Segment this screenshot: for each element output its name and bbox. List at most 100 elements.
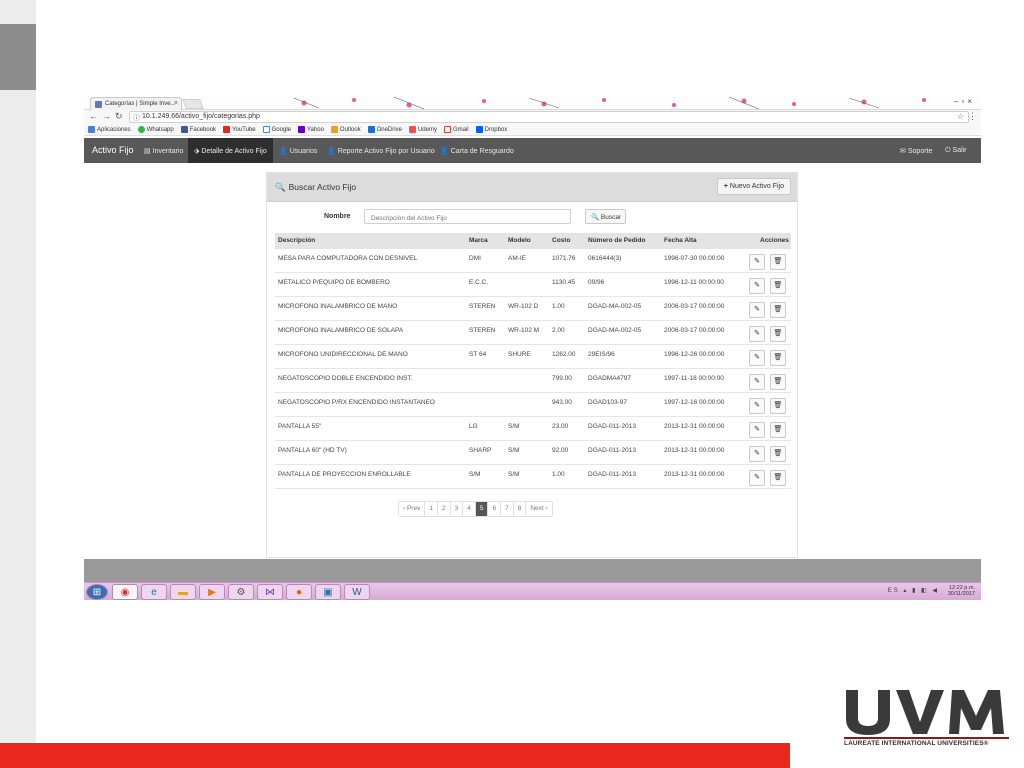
bookmark-yahoo[interactable]: Yahoo: [298, 126, 324, 133]
new-tab-button[interactable]: [182, 99, 204, 109]
col-acciones: Acciones: [760, 237, 789, 244]
bookmark-outlook[interactable]: Outlook: [330, 126, 361, 133]
edit-icon[interactable]: ✎: [749, 446, 765, 462]
assets-table: Descripción Marca Modelo Costo Número de…: [275, 233, 791, 489]
pagination: ‹ Prev 1 2 3 4 5 6 7 8 Next ›: [398, 501, 553, 517]
system-tray-icons[interactable]: ES ▴ ▮ ◧ ◀: [888, 587, 939, 594]
cell-modelo: S/M: [508, 423, 520, 430]
page-4[interactable]: 4: [463, 502, 476, 516]
windows-start-icon[interactable]: ⊞: [86, 584, 108, 600]
cell-marca: LG: [469, 423, 478, 430]
trash-icon[interactable]: 🗑: [770, 398, 786, 414]
browser-menu-icon[interactable]: ⋮: [968, 111, 977, 122]
new-asset-button[interactable]: + Nuevo Activo Fijo: [716, 178, 791, 195]
folder-icon[interactable]: ▬: [170, 584, 196, 600]
edit-icon[interactable]: ✎: [749, 350, 765, 366]
bookmark-star-icon[interactable]: ☆: [957, 112, 964, 121]
search-button[interactable]: 🔍 Buscar: [585, 209, 626, 224]
cell-costo: 1262.00: [552, 351, 576, 358]
trash-icon[interactable]: 🗑: [770, 374, 786, 390]
back-icon[interactable]: ←: [89, 111, 98, 121]
remote-desktop-icon[interactable]: ▣: [315, 584, 341, 600]
nav-item-inventario[interactable]: ▤ Inventario: [144, 138, 183, 163]
bottom-red-bar: [0, 743, 790, 768]
trash-icon[interactable]: 🗑: [770, 326, 786, 342]
browser-screenshot: Categorías | Simple Inve... × –▫× ← → ↻ …: [84, 96, 981, 600]
nav-item-salir[interactable]: ⏻ Salir: [945, 138, 967, 163]
cell-pedido: DGAD-MA-002-05: [588, 303, 642, 310]
network-icon[interactable]: ⚙: [228, 584, 254, 600]
page-footer-bar: [84, 559, 981, 582]
trash-icon[interactable]: 🗑: [770, 470, 786, 486]
bookmark-udemy[interactable]: Udemy: [408, 126, 437, 133]
close-tab-icon[interactable]: ×: [174, 100, 178, 107]
cell-costo: 2.00: [552, 327, 565, 334]
trash-icon[interactable]: 🗑: [770, 350, 786, 366]
cell-costo: 943.00: [552, 399, 572, 406]
bookmark-gmail[interactable]: Gmail: [443, 126, 469, 133]
bookmark-facebook[interactable]: Facebook: [180, 126, 216, 133]
col-pedido[interactable]: Número de Pedido: [588, 237, 645, 244]
reload-icon[interactable]: ↻: [115, 111, 123, 122]
col-fecha[interactable]: Fecha Alta: [664, 237, 697, 244]
trash-icon[interactable]: 🗑: [770, 278, 786, 294]
edit-icon[interactable]: ✎: [749, 254, 765, 270]
user-icon: 👤: [327, 148, 336, 155]
trash-icon[interactable]: 🗑: [770, 302, 786, 318]
bookmark-youtube[interactable]: YouTube: [223, 126, 256, 133]
pagination-next[interactable]: Next ›: [526, 502, 552, 516]
col-marca[interactable]: Marca: [469, 237, 488, 244]
cell-descripcion: MICROFONO UNIDIRECCIONAL DE MANO: [278, 351, 408, 358]
edit-icon[interactable]: ✎: [749, 326, 765, 342]
cell-costo: 92.00: [552, 447, 569, 454]
window-controls[interactable]: –▫×: [954, 97, 975, 106]
page-3[interactable]: 3: [450, 502, 464, 516]
edit-icon[interactable]: ✎: [749, 422, 765, 438]
bookmark-whatsapp[interactable]: Whatsapp: [137, 126, 174, 133]
page-6[interactable]: 6: [488, 502, 502, 516]
bookmark-onedrive[interactable]: OneDrive: [367, 126, 402, 133]
ie-icon[interactable]: e: [141, 584, 167, 600]
nav-item-carta[interactable]: 👤 Carta de Resguardo: [440, 138, 514, 163]
col-costo[interactable]: Costo: [552, 237, 570, 244]
word-icon[interactable]: W: [344, 584, 370, 600]
col-descripcion[interactable]: Descripción: [278, 237, 315, 244]
forward-icon[interactable]: →: [102, 111, 111, 121]
bookmark-apps[interactable]: Aplicaciones: [88, 126, 131, 133]
description-search-input[interactable]: [364, 209, 571, 224]
edit-icon[interactable]: ✎: [749, 470, 765, 486]
edit-icon[interactable]: ✎: [749, 302, 765, 318]
navbar-brand[interactable]: Activo Fijo: [92, 145, 134, 155]
edit-icon[interactable]: ✎: [749, 374, 765, 390]
bookmark-dropbox[interactable]: Dropbox: [475, 126, 507, 133]
nav-item-detalle[interactable]: ⬗ Detalle de Activo Fijo: [188, 138, 273, 163]
col-modelo[interactable]: Modelo: [508, 237, 531, 244]
cell-descripcion: NEGATOSCOPIO DOBLE ENCENDIDO INST.: [278, 375, 413, 382]
page-2[interactable]: 2: [437, 502, 451, 516]
url-input[interactable]: ⓘ 10.1.249.66/activo_fijo/categorias.php…: [129, 111, 969, 123]
cell-costo: 799.00: [552, 375, 572, 382]
visual-studio-icon[interactable]: ⋈: [257, 584, 283, 600]
nav-item-usuarios[interactable]: 👤 Usuarios: [279, 138, 317, 163]
chrome-icon[interactable]: ◉: [112, 584, 138, 600]
system-clock[interactable]: 12:22 p.m. 30/11/2017: [948, 585, 975, 597]
media-player-icon[interactable]: ▶: [199, 584, 225, 600]
cell-pedido: DGAD-011-2013: [588, 471, 636, 478]
nav-item-reporte[interactable]: 👤 Reporte Activo Fijo por Usuario: [327, 138, 435, 163]
trash-icon[interactable]: 🗑: [770, 254, 786, 270]
firefox-icon[interactable]: ●: [286, 584, 312, 600]
nav-item-soporte[interactable]: ✉ Soporte: [900, 138, 932, 163]
cell-fecha: 2013-12-31 00:00:00: [664, 447, 725, 454]
pagination-prev[interactable]: ‹ Prev: [399, 502, 426, 516]
trash-icon[interactable]: 🗑: [770, 446, 786, 462]
edit-icon[interactable]: ✎: [749, 278, 765, 294]
page-1[interactable]: 1: [425, 502, 438, 516]
edit-icon[interactable]: ✎: [749, 398, 765, 414]
browser-tab[interactable]: Categorías | Simple Inve... ×: [90, 97, 182, 110]
bookmark-google[interactable]: Google: [262, 126, 291, 133]
trash-icon[interactable]: 🗑: [770, 422, 786, 438]
page-5-current[interactable]: 5: [475, 502, 489, 516]
page-7[interactable]: 7: [501, 502, 514, 516]
table-row: MICROFONO UNIDIRECCIONAL DE MANO ST 64 SHU…: [275, 345, 791, 369]
page-8[interactable]: 8: [513, 502, 527, 516]
